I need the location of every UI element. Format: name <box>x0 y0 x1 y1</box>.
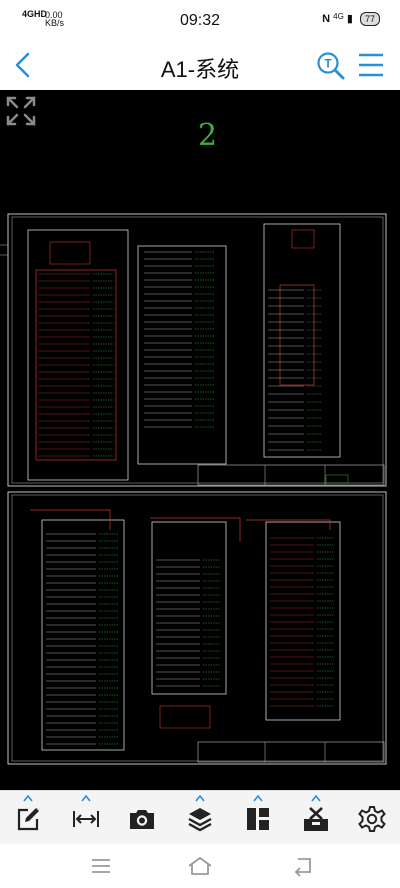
chevron-up-icon <box>311 794 321 802</box>
camera-icon <box>130 810 154 829</box>
measure-icon <box>73 811 99 827</box>
measure-tool[interactable] <box>66 791 106 845</box>
status-bar: 4GHD 0.00 KB/s 09:32 N 4G ▮ 77 <box>0 0 400 40</box>
settings-tool[interactable] <box>352 791 392 845</box>
nfc-icon: N <box>322 13 331 25</box>
edit-icon <box>17 808 39 831</box>
camera-tool[interactable] <box>122 791 162 845</box>
battery-indicator: 77 <box>359 12 380 26</box>
bottom-toolbar <box>0 790 400 845</box>
drawing-canvas[interactable]: 2 <box>0 90 400 790</box>
layout-tool[interactable] <box>238 791 278 845</box>
layers-tool[interactable] <box>180 791 220 845</box>
toolbox-icon <box>304 807 328 831</box>
layers-icon <box>188 808 212 832</box>
chevron-up-icon <box>195 794 205 802</box>
layout-icon <box>247 808 269 830</box>
toolbox-tool[interactable] <box>296 791 336 845</box>
cad-drawing <box>0 213 387 765</box>
battery-level: 77 <box>364 14 375 24</box>
chevron-up-icon <box>23 794 33 802</box>
chevron-up-icon <box>81 794 91 802</box>
home-icon[interactable] <box>187 854 213 878</box>
signal-label: 4G <box>333 12 344 21</box>
drawing-sheet-top <box>0 213 387 487</box>
status-right: N 4G ▮ 77 <box>322 12 380 26</box>
search-text-icon[interactable]: T <box>316 51 346 81</box>
system-nav-bar <box>0 844 400 888</box>
edit-tool[interactable] <box>8 791 48 845</box>
chevron-up-icon <box>253 794 263 802</box>
back-icon[interactable] <box>290 854 316 878</box>
app-bar: A1-系统 T <box>0 40 400 91</box>
drawing-sheet-bottom <box>7 491 387 765</box>
signal-icon: ▮ <box>346 13 353 25</box>
menu-icon[interactable] <box>357 52 385 78</box>
svg-text:T: T <box>324 57 332 71</box>
recent-apps-icon[interactable] <box>88 854 114 878</box>
settings-icon <box>358 806 386 832</box>
